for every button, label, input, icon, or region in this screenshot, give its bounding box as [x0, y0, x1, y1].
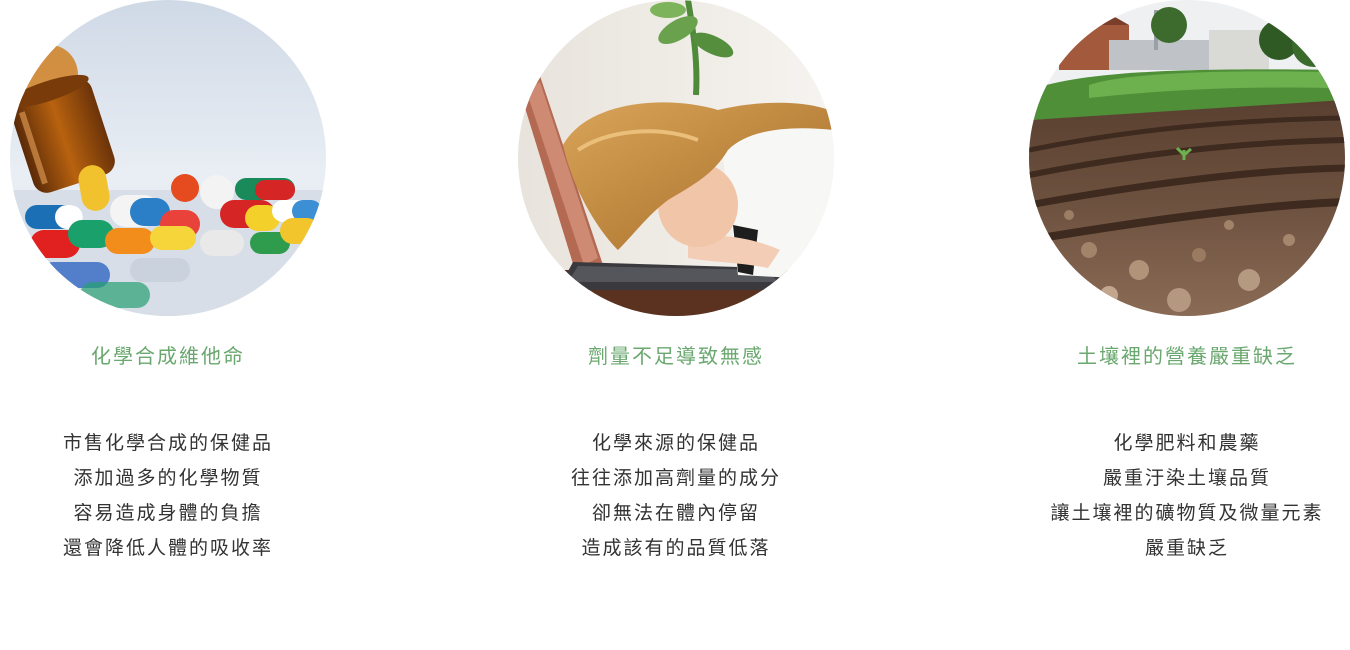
description-line: 讓土壤裡的礦物質及微量元素 — [1050, 502, 1324, 524]
problem-card-soil-nutrients: 土壤裡的營養嚴重缺乏 化學肥料和農藥 嚴重汙染土壤品質 讓土壤裡的礦物質及微量元… — [1027, 0, 1347, 559]
tired-worker-photo-icon — [518, 0, 834, 316]
problem-description: 化學肥料和農藥 嚴重汙染土壤品質 讓土壤裡的礦物質及微量元素 嚴重缺乏 — [1017, 426, 1350, 566]
problem-title: 化學合成維他命 — [91, 344, 245, 368]
description-line: 添加過多的化學物質 — [73, 467, 263, 489]
description-line: 嚴重汙染土壤品質 — [1102, 467, 1271, 489]
farmland-soil-photo-icon — [1029, 0, 1345, 316]
description-line: 往往添加高劑量的成分 — [570, 467, 781, 489]
description-line: 化學來源的保健品 — [591, 432, 760, 454]
description-line: 造成該有的品質低落 — [581, 537, 771, 559]
problem-description: 化學來源的保健品 往往添加高劑量的成分 卻無法在體內停留 造成該有的品質低落 — [506, 426, 846, 566]
description-line: 容易造成身體的負擔 — [73, 502, 263, 524]
description-line: 化學肥料和農藥 — [1113, 432, 1261, 454]
problem-card-synthetic-vitamins: 化學合成維他命 市售化學合成的保健品 添加過多的化學物質 容易造成身體的負擔 還… — [8, 0, 328, 559]
problem-card-insufficient-dose: 劑量不足導致無感 化學來源的保健品 往往添加高劑量的成分 卻無法在體內停留 造成… — [516, 0, 836, 559]
nutrition-problems-section: 化學合成維他命 市售化學合成的保健品 添加過多的化學物質 容易造成身體的負擔 還… — [0, 0, 1350, 650]
problem-description: 市售化學合成的保健品 添加過多的化學物質 容易造成身體的負擔 還會降低人體的吸收… — [0, 426, 338, 566]
description-line: 市售化學合成的保健品 — [62, 432, 273, 454]
description-line: 還會降低人體的吸收率 — [62, 537, 273, 559]
description-line: 嚴重缺乏 — [1144, 537, 1229, 559]
problem-title: 劑量不足導致無感 — [588, 344, 764, 368]
pills-photo-icon — [10, 0, 326, 316]
description-line: 卻無法在體內停留 — [591, 502, 760, 524]
problem-title: 土壤裡的營養嚴重缺乏 — [1077, 344, 1297, 368]
